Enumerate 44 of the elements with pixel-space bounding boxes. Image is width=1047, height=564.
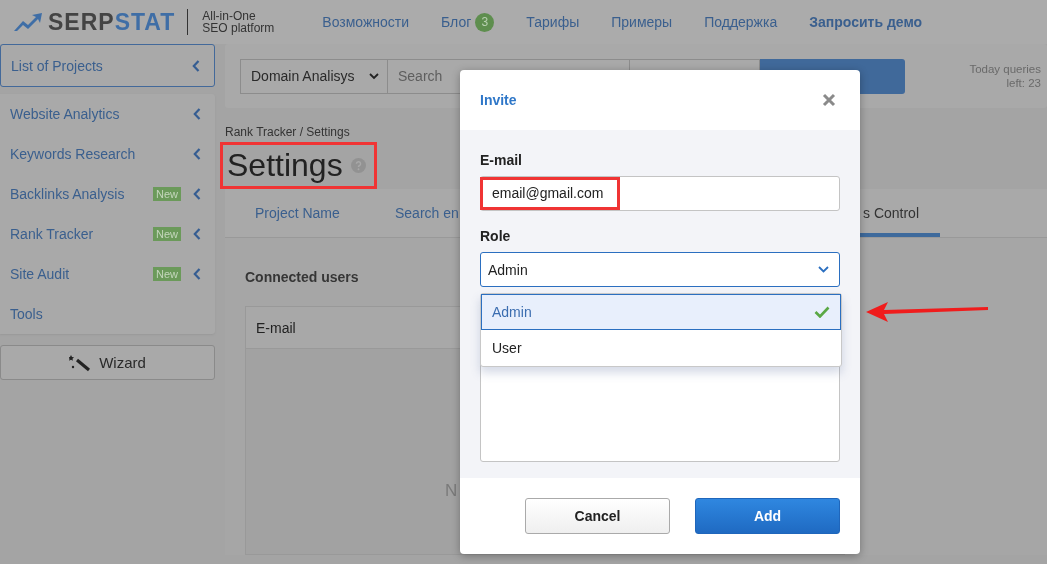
sidebar-item[interactable]: Rank Tracker [10, 226, 153, 242]
new-badge: New [153, 187, 181, 201]
column-header: E-mail [256, 319, 296, 336]
chevron-left-icon [192, 59, 200, 72]
logo-icon [14, 13, 42, 31]
check-icon [814, 306, 830, 318]
chevron-down-icon [369, 72, 379, 80]
chevron-down-icon [818, 266, 829, 273]
sidebar-item[interactable]: Site Audit [10, 266, 153, 282]
queries-counter: Today queries left: 23 [969, 62, 1041, 90]
sidebar-item[interactable]: Keywords Research [10, 146, 193, 162]
mode-dropdown[interactable]: Domain Analisys [240, 58, 388, 94]
nav-link[interactable]: Примеры [611, 14, 673, 30]
nav-link[interactable]: Блог 3 [441, 12, 495, 32]
wizard-button[interactable]: Wizard [0, 345, 215, 380]
add-button[interactable]: Add [695, 498, 840, 534]
field-label: E-mail [480, 152, 523, 168]
count-badge: 3 [475, 12, 495, 32]
new-badge: New [153, 267, 181, 281]
dropdown-option[interactable]: User [481, 330, 841, 366]
demo-link[interactable]: Запросить демо [809, 14, 923, 30]
nav-link[interactable]: Тарифы [526, 14, 580, 30]
cancel-button[interactable]: Cancel [525, 498, 670, 534]
sidebar-item[interactable]: Website Analytics [10, 106, 193, 122]
role-select[interactable]: Admin [480, 252, 840, 287]
email-value: email@gmail.com [480, 177, 621, 210]
sidebar-item[interactable]: Backlinks Analysis [10, 186, 153, 202]
dropdown-option[interactable]: Admin [481, 294, 841, 330]
field-label: Role [480, 228, 512, 244]
nav-link[interactable]: Возможности [322, 14, 410, 30]
tagline: All-in-One SEO platform [202, 10, 275, 34]
tab[interactable]: Project Name [255, 189, 395, 237]
magic-wand-icon [69, 353, 92, 372]
close-button[interactable] [822, 93, 836, 107]
logo-text: SERPSTAT [48, 8, 176, 36]
nav-link[interactable]: Поддержка [704, 14, 778, 30]
dialog-title: Invite [480, 92, 517, 108]
email-field[interactable]: email@gmail.com [480, 176, 840, 211]
new-badge: New [153, 227, 181, 241]
breadcrumb: Rank Tracker / Settings [225, 125, 351, 139]
section-title: Connected users [245, 269, 359, 285]
sidebar-item[interactable]: Tools [10, 306, 201, 322]
page-title: Settings [227, 147, 343, 184]
projects-button[interactable]: List of Projects [0, 44, 215, 87]
